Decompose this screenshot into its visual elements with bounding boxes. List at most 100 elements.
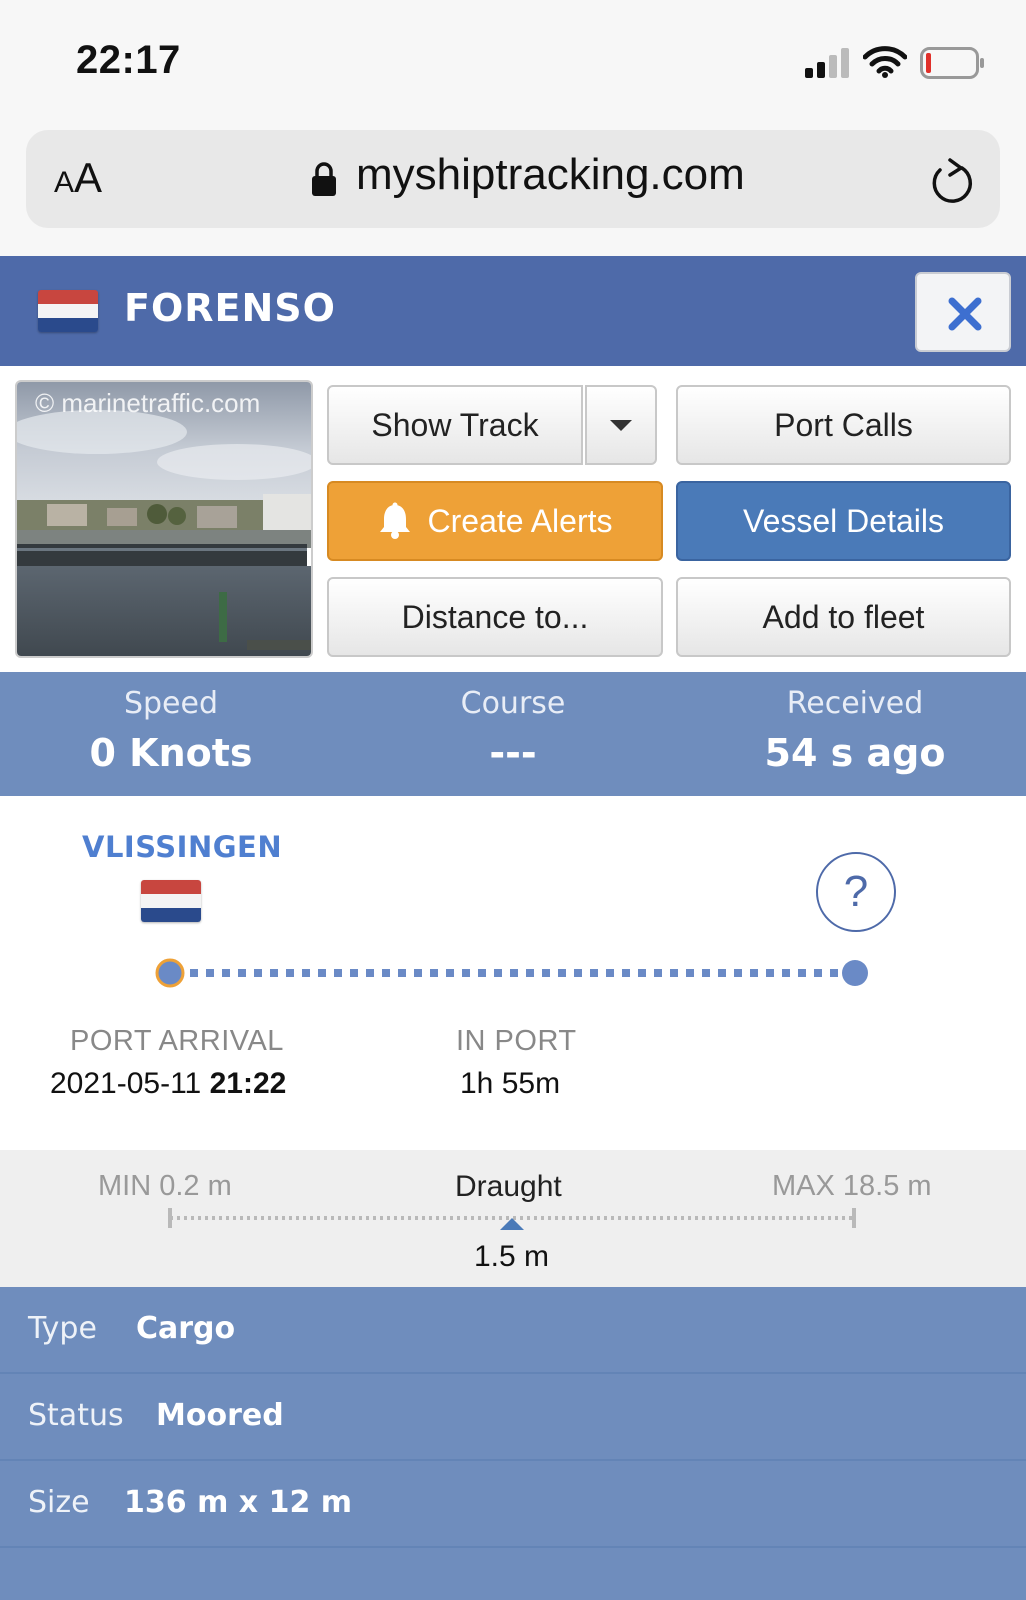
route-dot [334,969,342,977]
reload-icon[interactable] [930,156,976,206]
received-value: 54 s ago [764,731,946,775]
status-bar: 22:17 [0,0,1026,120]
departure-port-link[interactable]: VLISSINGEN [82,830,282,864]
route-dot [558,969,566,977]
unknown-destination-help-icon[interactable]: ? [816,852,896,932]
close-icon [948,297,982,331]
show-track-dropdown-button[interactable] [585,385,657,465]
port-arrival-label: PORT ARRIVAL [70,1025,284,1057]
vessel-name: FORENSO [124,286,336,330]
route-dot [542,969,550,977]
route-dot [366,969,374,977]
route-dot [734,969,742,977]
route-dot [398,969,406,977]
route-dots [190,969,838,977]
origin-marker-icon [155,958,185,988]
received-label: Received [786,686,924,721]
draught-min: MIN 0.2 m [98,1170,232,1202]
route-dot [222,969,230,977]
route-dot [286,969,294,977]
route-dot [606,969,614,977]
lock-icon [312,162,336,196]
close-button[interactable] [915,272,1011,352]
info-row-size: Size 136 m x 12 m [0,1461,1026,1548]
received-stat: Received 54 s ago [684,672,1026,775]
destination-marker-icon [842,960,868,986]
route-dot [574,969,582,977]
route-dot [830,969,838,977]
bell-icon [379,502,410,539]
port-calls-button[interactable]: Port Calls [676,385,1011,465]
speed-stat: Speed 0 Knots [0,672,342,775]
in-port-label: IN PORT [456,1025,577,1057]
draught-value: 1.5 m [474,1240,550,1273]
route-dot [750,969,758,977]
route-dot [478,969,486,977]
draught-panel: MIN 0.2 m Draught MAX 18.5 m 1.5 m [0,1150,1026,1287]
photo-credit: © marinetraffic.com [35,388,261,418]
address-bar[interactable]: AA myshiptracking.com [26,130,1000,228]
route-dot [718,969,726,977]
route-dot [494,969,502,977]
size-label: Size [28,1485,90,1520]
draught-scale [168,1208,856,1230]
size-value: 136 m x 12 m [124,1485,353,1520]
status-value: Moored [156,1398,284,1433]
create-alerts-button[interactable]: Create Alerts [327,481,663,561]
vessel-photo-image [17,382,311,656]
course-label: Course [460,686,566,721]
route-dot [622,969,630,977]
route-dot [350,969,358,977]
type-value: Cargo [136,1311,236,1346]
route-dot [206,969,214,977]
route-progress [155,958,868,988]
route-dot [190,969,198,977]
cellular-signal-icon [805,48,849,78]
course-stat: Course --- [342,672,684,775]
type-label: Type [28,1311,97,1346]
route-dot [430,969,438,977]
route-dot [510,969,518,977]
route-dot [702,969,710,977]
text-size-button[interactable]: AA [54,154,102,202]
route-dot [238,969,246,977]
port-flag-icon [141,880,201,922]
distance-to-button[interactable]: Distance to... [327,577,663,657]
route-dot [590,969,598,977]
status-label: Status [28,1398,124,1433]
route-dot [462,969,470,977]
route-dot [382,969,390,977]
route-dot [526,969,534,977]
clock: 22:17 [76,38,181,82]
route-dot [670,969,678,977]
vessel-header: FORENSO [0,256,1026,366]
vessel-stats: Speed 0 Knots Course --- Received 54 s a… [0,672,1026,796]
browser-toolbar: AA myshiptracking.com [0,120,1026,256]
route-dot [814,969,822,977]
route-dot [654,969,662,977]
caret-down-icon [610,419,632,431]
draught-max: MAX 18.5 m [772,1170,932,1202]
route-dot [638,969,646,977]
port-arrival-value: 2021-05-11 21:22 [50,1067,287,1100]
route-dot [270,969,278,977]
battery-icon [920,47,984,79]
info-row-type: Type Cargo [0,1287,1026,1374]
route-dot [798,969,806,977]
route-dot [254,969,262,977]
route-dot [318,969,326,977]
vessel-photo[interactable]: © marinetraffic.com [15,380,313,658]
info-row-status: Status Moored [0,1374,1026,1461]
vessel-info: Type Cargo Status Moored Size 136 m x 12… [0,1287,1026,1600]
show-track-button[interactable]: Show Track [327,385,583,465]
route-dot [414,969,422,977]
url-text[interactable]: myshiptracking.com [356,150,745,200]
draught-title: Draught [455,1170,562,1203]
speed-value: 0 Knots [89,731,253,775]
vessel-details-button[interactable]: Vessel Details [676,481,1011,561]
in-port-value: 1h 55m [460,1067,561,1100]
add-to-fleet-button[interactable]: Add to fleet [676,577,1011,657]
wifi-icon [863,46,907,78]
route-dot [782,969,790,977]
route-dot [686,969,694,977]
